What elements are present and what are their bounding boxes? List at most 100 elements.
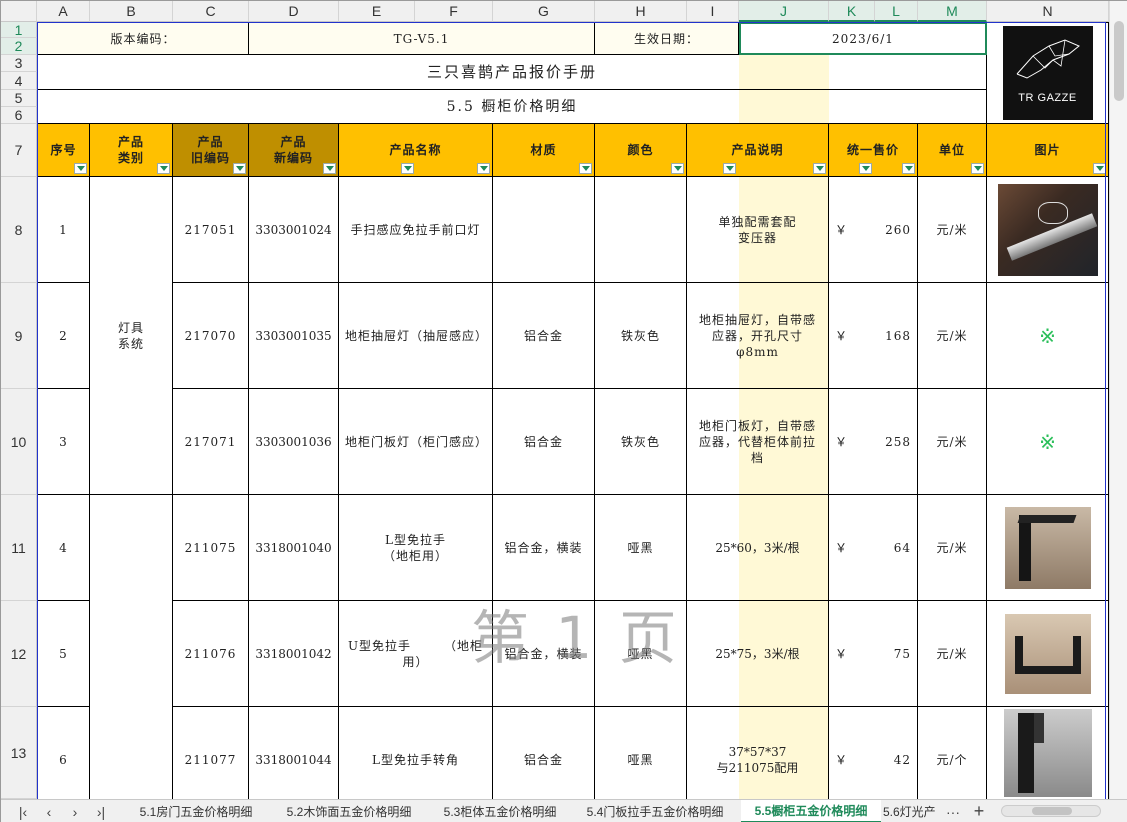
filter-dropdown-icon[interactable] — [723, 163, 736, 174]
cell-price[interactable]: ￥ 75 — [829, 601, 918, 707]
row-header-8[interactable]: 8 — [1, 177, 37, 283]
column-header-n[interactable]: N — [987, 1, 1109, 22]
cell-product-name[interactable]: L型免拉手 （地柜用） — [339, 495, 493, 601]
cell-unit[interactable]: 元/米 — [918, 283, 987, 389]
column-header-i[interactable]: I — [687, 1, 739, 22]
row-header-1[interactable]: 1 — [1, 22, 37, 38]
cell-image[interactable] — [987, 495, 1109, 601]
cell-description[interactable]: 25*60，3米/根 — [687, 495, 829, 601]
tab-5-1[interactable]: 5.1房门五金价格明细 — [125, 800, 267, 822]
filter-dropdown-icon[interactable] — [671, 163, 684, 174]
cell-description[interactable]: 单独配需套配 变压器 — [687, 177, 829, 283]
row-header-7[interactable]: 7 — [1, 124, 37, 177]
filter-dropdown-icon[interactable] — [233, 163, 246, 174]
cell-product-name[interactable]: U型免拉手 （地柜用） — [339, 601, 493, 707]
cell-price[interactable]: ￥ 64 — [829, 495, 918, 601]
logo-cell[interactable]: TR GAZZE — [987, 22, 1109, 124]
cell-seq[interactable]: 4 — [37, 495, 90, 601]
cell-product-name[interactable]: 地柜门板灯（柜门感应） — [339, 389, 493, 495]
cell-seq[interactable]: 1 — [37, 177, 90, 283]
cell-new-code[interactable]: 3318001042 — [249, 601, 339, 707]
header-price[interactable]: 统一售价 — [829, 124, 918, 177]
cell-old-code[interactable]: 211077 — [173, 707, 249, 813]
row-header-4[interactable]: 4 — [1, 72, 37, 90]
header-seq[interactable]: 序号 — [37, 124, 90, 177]
filter-dropdown-icon[interactable] — [902, 163, 915, 174]
header-color[interactable]: 颜色 — [595, 124, 687, 177]
column-header-e[interactable]: E — [339, 1, 415, 22]
cell-image[interactable] — [987, 177, 1109, 283]
version-value-cell[interactable]: TG-V5.1 — [249, 22, 595, 55]
header-material[interactable]: 材质 — [493, 124, 595, 177]
cell-old-code[interactable]: 217070 — [173, 283, 249, 389]
column-header-b[interactable]: B — [90, 1, 173, 22]
horizontal-scrollbar-thumb[interactable] — [1032, 807, 1072, 815]
cell-image[interactable]: ※ — [987, 389, 1109, 495]
first-sheet-icon[interactable]: |‹ — [11, 800, 35, 822]
column-header-j[interactable]: J — [739, 1, 829, 22]
cell-color[interactable]: 铁灰色 — [595, 389, 687, 495]
last-sheet-icon[interactable]: ›| — [89, 800, 113, 822]
cell-material[interactable]: 铝合金 — [493, 283, 595, 389]
cell-old-code[interactable]: 217051 — [173, 177, 249, 283]
category-lamp-cell[interactable]: 灯具 系统 — [90, 177, 173, 495]
cell-image[interactable]: ※ — [987, 283, 1109, 389]
cell-material[interactable]: 铝合金，横装 — [493, 495, 595, 601]
prev-sheet-icon[interactable]: ‹ — [37, 800, 61, 822]
tab-5-3[interactable]: 5.3柜体五金价格明细 — [431, 800, 569, 822]
cell-seq[interactable]: 2 — [37, 283, 90, 389]
row-header-5[interactable]: 5 — [1, 90, 37, 107]
filter-dropdown-icon[interactable] — [74, 163, 87, 174]
column-header-d[interactable]: D — [249, 1, 339, 22]
header-new-code[interactable]: 产品 新编码 — [249, 124, 339, 177]
cell-product-name[interactable]: 手扫感应免拉手前口灯 — [339, 177, 493, 283]
header-name[interactable]: 产品名称 — [339, 124, 493, 177]
header-desc[interactable]: 产品说明 — [687, 124, 829, 177]
more-tabs-icon[interactable]: ··· — [941, 800, 965, 822]
cell-price[interactable]: ￥ 168 — [829, 283, 918, 389]
column-header-f[interactable]: F — [415, 1, 493, 22]
cell-unit[interactable]: 元/个 — [918, 707, 987, 813]
tab-5-4[interactable]: 5.4门板拉手五金价格明细 — [573, 800, 737, 822]
cell-description[interactable]: 地柜门板灯，自带感应器，代替柜体前拉档 — [687, 389, 829, 495]
column-header-k[interactable]: K — [829, 1, 875, 22]
filter-dropdown-icon[interactable] — [813, 163, 826, 174]
header-image[interactable]: 图片 — [987, 124, 1109, 177]
filter-dropdown-icon[interactable] — [401, 163, 414, 174]
column-header-c[interactable]: C — [173, 1, 249, 22]
cell-price[interactable]: ￥ 258 — [829, 389, 918, 495]
cell-old-code[interactable]: 217071 — [173, 389, 249, 495]
cell-image[interactable] — [987, 601, 1109, 707]
cell-product-name[interactable]: L型免拉手转角 — [339, 707, 493, 813]
category-empty-cell[interactable] — [90, 495, 173, 799]
filter-dropdown-icon[interactable] — [859, 163, 872, 174]
vertical-scrollbar[interactable] — [1109, 1, 1127, 799]
cell-new-code[interactable]: 3303001036 — [249, 389, 339, 495]
header-old-code[interactable]: 产品 旧编码 — [173, 124, 249, 177]
header-unit[interactable]: 单位 — [918, 124, 987, 177]
cell-color[interactable]: 铁灰色 — [595, 283, 687, 389]
cell-seq[interactable]: 5 — [37, 601, 90, 707]
cell-material[interactable]: 铝合金 — [493, 389, 595, 495]
column-header-m[interactable]: M — [918, 1, 987, 22]
cell-price[interactable]: ￥ 260 — [829, 177, 918, 283]
cell-old-code[interactable]: 211076 — [173, 601, 249, 707]
next-sheet-icon[interactable]: › — [63, 800, 87, 822]
column-header-g[interactable]: G — [493, 1, 595, 22]
header-category[interactable]: 产品 类别 — [90, 124, 173, 177]
filter-dropdown-icon[interactable] — [579, 163, 592, 174]
cell-new-code[interactable]: 3318001044 — [249, 707, 339, 813]
row-header-3[interactable]: 3 — [1, 55, 37, 72]
select-all-corner[interactable] — [1, 1, 37, 22]
cell-unit[interactable]: 元/米 — [918, 177, 987, 283]
cell-color[interactable]: 哑黑 — [595, 495, 687, 601]
filter-dropdown-icon[interactable] — [323, 163, 336, 174]
cell-unit[interactable]: 元/米 — [918, 601, 987, 707]
cell-seq[interactable]: 6 — [37, 707, 90, 813]
row-header-10[interactable]: 10 — [1, 389, 37, 495]
row-header-6[interactable]: 6 — [1, 107, 37, 124]
horizontal-scrollbar[interactable] — [1001, 805, 1101, 817]
filter-dropdown-icon[interactable] — [157, 163, 170, 174]
sheet-title-cell[interactable]: 三只喜鹊产品报价手册 — [37, 55, 987, 90]
filter-dropdown-icon[interactable] — [477, 163, 490, 174]
